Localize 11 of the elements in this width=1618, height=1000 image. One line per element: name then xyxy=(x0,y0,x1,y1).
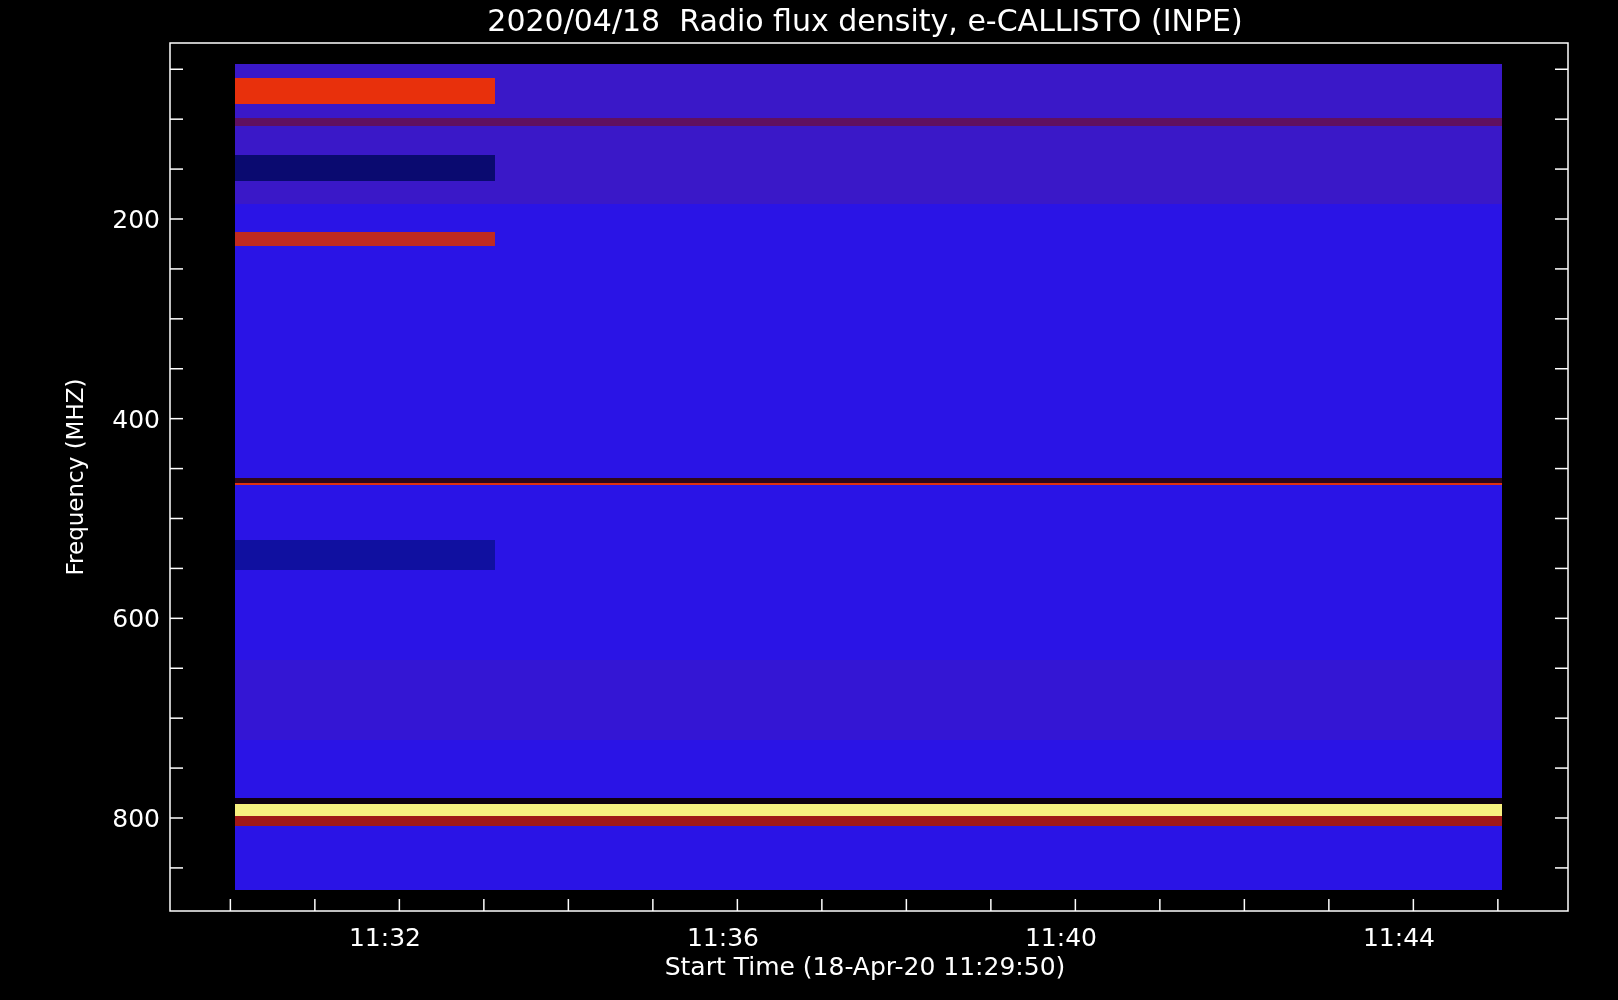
y-tick-label: 400 xyxy=(112,404,160,434)
x-tick-label: 11:40 xyxy=(1025,923,1097,952)
x-tick-label: 11:36 xyxy=(687,923,759,952)
x-axis-label: Start Time (18-Apr-20 11:29:50) xyxy=(664,952,1066,981)
x-tick-label: 11:32 xyxy=(349,923,421,952)
y-tick-label: 200 xyxy=(112,205,160,234)
y-axis-label: Frequency (MHZ) xyxy=(62,378,88,576)
y-tick-label: 600 xyxy=(112,604,160,634)
y-tick-label: 800 xyxy=(112,804,160,833)
plot-title: 2020/04/18 Radio flux density, e-CALLISTO (INPE) xyxy=(487,3,1243,38)
x-tick-label: 11:44 xyxy=(1363,923,1435,952)
